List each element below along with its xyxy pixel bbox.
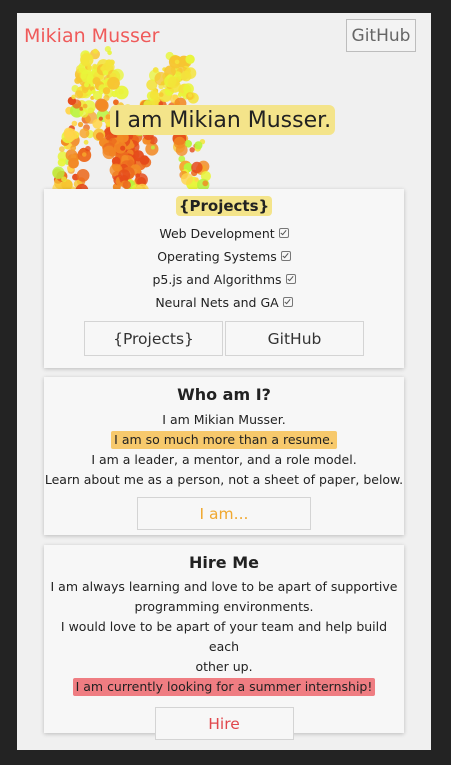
art-dot	[181, 173, 193, 185]
about-line: Learn about me as a person, not a sheet …	[44, 472, 404, 487]
about-title: Who am I?	[177, 385, 271, 404]
art-dot	[76, 169, 90, 182]
art-dot	[167, 76, 180, 89]
art-dot	[120, 145, 126, 151]
art-dot	[102, 87, 111, 95]
art-dot	[105, 59, 113, 67]
art-dot	[65, 149, 78, 162]
about-card: Who am I? I am Mikian Musser. I am so mu…	[44, 377, 404, 535]
topic-item: Web Development	[44, 222, 404, 245]
art-dot	[189, 147, 195, 153]
page: Mikian Musser GitHub I am Mikian Musser.…	[17, 13, 431, 750]
art-dot	[82, 152, 87, 157]
art-dot	[129, 143, 135, 149]
topic-label: Web Development	[159, 226, 275, 241]
art-dot	[102, 70, 109, 76]
art-dot	[191, 161, 203, 174]
hire-line: I would love to be apart of your team an…	[60, 619, 388, 654]
hire-line: I am always learning and love to be apar…	[50, 579, 398, 594]
art-dot	[92, 63, 98, 70]
art-dot	[150, 145, 155, 150]
art-dot	[77, 121, 84, 128]
art-dot	[63, 127, 74, 138]
topic-item: Operating Systems	[44, 245, 404, 268]
topics-list: Web Development Operating Systems p5.js …	[44, 222, 404, 314]
topic-label: p5.js and Algorithms	[152, 272, 282, 287]
art-dot	[107, 76, 120, 90]
hire-title: Hire Me	[189, 553, 259, 572]
art-dot	[175, 144, 188, 157]
art-dot	[174, 59, 180, 65]
art-dot	[159, 92, 164, 97]
internship-highlight: I am currently looking for a summer inte…	[72, 678, 376, 696]
art-dot	[177, 92, 183, 98]
projects-button[interactable]: {Projects}	[84, 321, 223, 356]
art-dot	[74, 90, 84, 99]
art-dot	[139, 155, 150, 165]
art-dot	[80, 53, 94, 67]
art-dot	[202, 180, 209, 187]
projects-card: {Projects} Web Development Operating Sys…	[44, 189, 404, 368]
brand-name[interactable]: Mikian Musser	[24, 25, 159, 47]
projects-button-row: {Projects} GitHub	[44, 321, 404, 356]
art-dot	[59, 146, 65, 153]
art-dot	[52, 166, 65, 179]
art-dot	[122, 180, 131, 190]
art-dot	[149, 90, 159, 100]
art-dot	[188, 93, 193, 98]
art-dot	[70, 145, 77, 151]
github-button[interactable]: GitHub	[225, 321, 364, 356]
art-dot	[79, 128, 90, 139]
art-dot	[152, 67, 159, 73]
art-dot	[83, 139, 89, 145]
topic-label: Neural Nets and GA	[155, 295, 279, 310]
hire-card: Hire Me I am always learning and love to…	[44, 545, 404, 740]
art-dot	[194, 177, 199, 182]
projects-title: {Projects}	[175, 196, 273, 216]
art-dot	[96, 99, 109, 112]
checkbox-icon	[282, 297, 293, 307]
i-am-button[interactable]: I am...	[137, 497, 311, 530]
art-dot	[92, 77, 101, 86]
art-dot	[71, 120, 78, 127]
art-dot	[85, 145, 91, 152]
art-dot	[111, 90, 118, 98]
checkbox-icon	[285, 274, 296, 284]
art-dot	[95, 132, 104, 141]
art-dot	[82, 103, 88, 109]
art-dot	[98, 116, 103, 121]
hire-button[interactable]: Hire	[154, 707, 294, 740]
topic-label: Operating Systems	[157, 249, 277, 264]
art-dot	[185, 54, 195, 64]
github-nav-button[interactable]: GitHub	[346, 19, 416, 52]
hire-line: other up.	[195, 659, 253, 674]
about-line: I am Mikian Musser.	[162, 412, 286, 427]
about-line: I am a leader, a mentor, and a role mode…	[91, 452, 357, 467]
art-dot	[194, 141, 203, 150]
about-highlight: I am so much more than a resume.	[111, 431, 337, 449]
checkbox-icon	[280, 251, 291, 261]
art-dot	[180, 70, 192, 82]
art-dot	[102, 145, 116, 160]
art-dot	[87, 65, 93, 71]
checkbox-icon	[278, 228, 289, 238]
hire-line: programming environments.	[134, 599, 314, 614]
topic-item: Neural Nets and GA	[44, 291, 404, 314]
topic-item: p5.js and Algorithms	[44, 268, 404, 291]
hero-headline: I am Mikian Musser.	[110, 105, 336, 135]
art-dot	[92, 48, 98, 54]
art-dot	[57, 158, 66, 167]
